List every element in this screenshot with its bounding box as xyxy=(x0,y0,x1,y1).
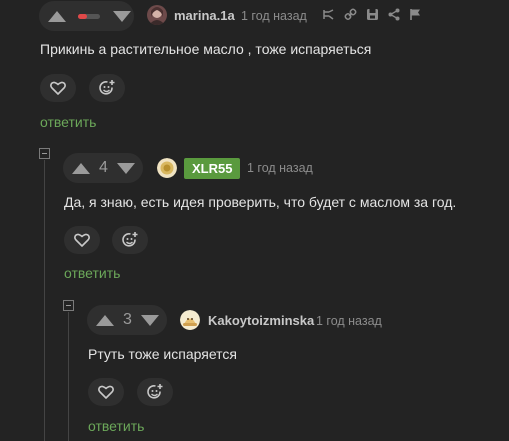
like-button[interactable] xyxy=(64,226,100,254)
username[interactable]: Kakoytoizminska xyxy=(208,313,314,328)
like-button[interactable] xyxy=(88,378,124,406)
collapse-icon[interactable] xyxy=(63,300,74,311)
avatar[interactable] xyxy=(157,158,177,178)
arrow-up-icon[interactable] xyxy=(48,10,66,22)
heart-icon xyxy=(50,81,66,95)
username-badge[interactable]: XLR55 xyxy=(184,158,241,179)
add-reaction-button[interactable] xyxy=(112,226,148,254)
share-tree-icon[interactable] xyxy=(322,8,335,21)
comment-text: Ртуть тоже испаряется xyxy=(88,346,237,362)
comment-text: Да, я знаю, есть идея проверить, что буд… xyxy=(64,194,457,210)
add-reaction-button[interactable] xyxy=(137,378,173,406)
collapse-icon[interactable] xyxy=(39,148,50,159)
emoji-add-icon xyxy=(147,384,163,399)
thread-line xyxy=(44,160,45,441)
arrow-down-icon[interactable] xyxy=(113,10,131,22)
timestamp[interactable]: 1 год назад xyxy=(241,9,307,23)
avatar[interactable] xyxy=(180,310,200,330)
link-icon[interactable] xyxy=(344,8,357,21)
heart-icon xyxy=(98,385,114,399)
heart-icon xyxy=(74,233,90,247)
emoji-add-icon xyxy=(122,232,138,247)
rating-bar xyxy=(78,13,100,19)
reply-link[interactable]: ответить xyxy=(64,265,120,281)
vote-widget: 3 xyxy=(87,305,167,335)
thread-line xyxy=(68,312,69,441)
like-button[interactable] xyxy=(40,74,76,102)
save-icon[interactable] xyxy=(366,8,379,21)
vote-count: 4 xyxy=(99,159,108,176)
vote-count: 3 xyxy=(123,311,132,328)
reply-link[interactable]: ответить xyxy=(40,114,96,130)
arrow-up-icon[interactable] xyxy=(72,162,90,174)
timestamp[interactable]: 1 год назад xyxy=(316,314,382,328)
vote-widget: 4 xyxy=(63,153,143,183)
emoji-add-icon xyxy=(99,80,115,95)
arrow-down-icon[interactable] xyxy=(140,314,159,326)
flag-icon[interactable] xyxy=(409,8,421,21)
add-reaction-button[interactable] xyxy=(89,74,125,102)
username[interactable]: marina.1a xyxy=(174,8,235,23)
comment-text: Прикинь а растительное масло , тоже испа… xyxy=(40,41,372,57)
timestamp[interactable]: 1 год назад xyxy=(247,161,313,175)
comment-actions xyxy=(322,8,421,21)
reply-link[interactable]: ответить xyxy=(88,418,144,434)
arrow-up-icon[interactable] xyxy=(96,314,114,326)
arrow-down-icon[interactable] xyxy=(116,162,135,174)
avatar[interactable] xyxy=(147,5,167,25)
vote-widget xyxy=(39,1,134,31)
share-icon[interactable] xyxy=(388,8,400,21)
